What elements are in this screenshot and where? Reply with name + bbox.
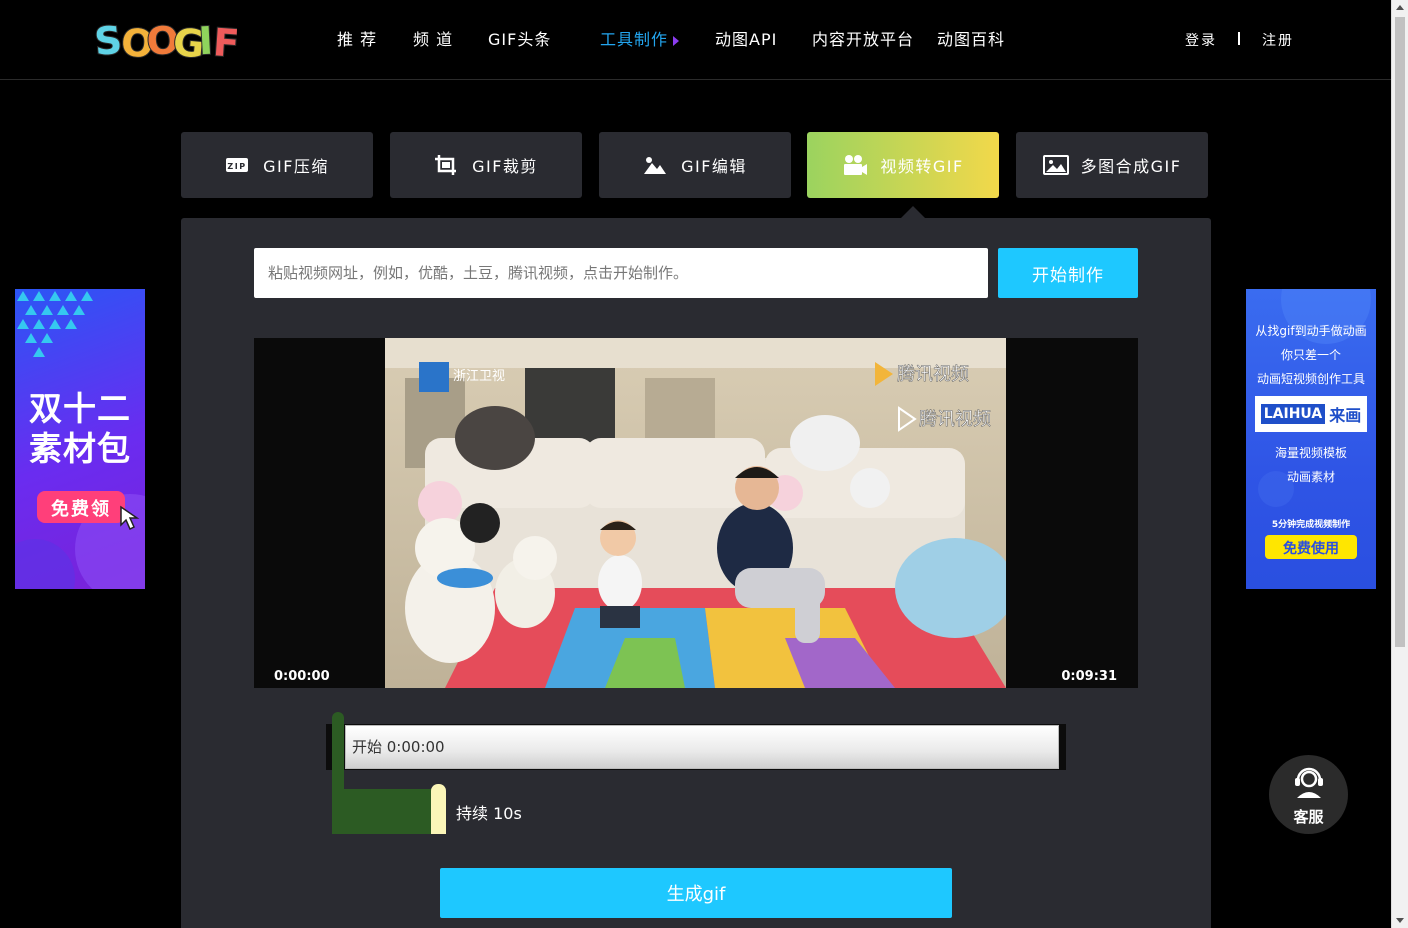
scrollbar[interactable] bbox=[1391, 0, 1408, 928]
ad-right-feature2: 动画素材 bbox=[1286, 470, 1335, 484]
ad-right-line1: 从找gif到动手做动画 bbox=[1255, 324, 1367, 338]
nav-recommend[interactable]: 推 荐 bbox=[337, 29, 377, 51]
video-frame: 浙江卫视 腾讯视频 腾讯视频 bbox=[385, 338, 1006, 688]
image-edit-icon bbox=[643, 154, 667, 176]
ad-right-tagline: 5分钟完成视频制作 bbox=[1271, 520, 1351, 530]
register-link[interactable]: 注册 bbox=[1262, 30, 1294, 50]
tab-gif-edit[interactable]: GIF编辑 bbox=[599, 132, 791, 198]
ad-right-copy: 从找gif到动手做动画 你只差一个 动画短视频创作工具 bbox=[1246, 319, 1376, 391]
generate-gif-button[interactable]: 生成gif bbox=[440, 868, 952, 918]
logo-mark: S O O G I F bbox=[92, 17, 241, 68]
laihua-logo: LAIHUA 来画 bbox=[1255, 396, 1367, 432]
nav-tools-label: 工具制作 bbox=[600, 30, 669, 49]
ad-left-line2: 素材包 bbox=[29, 429, 131, 468]
nav-encyclopedia[interactable]: 动图百科 bbox=[937, 29, 1005, 51]
start-time-label: 开始 0:00:00 bbox=[352, 738, 445, 756]
nav-channel[interactable]: 频 道 bbox=[413, 29, 453, 51]
laihua-logo-en: LAIHUA bbox=[1260, 404, 1326, 424]
ad-right-line2: 你只差一个 bbox=[1280, 348, 1341, 362]
caret-right-icon bbox=[673, 35, 680, 46]
timeline-start-box[interactable] bbox=[345, 725, 1059, 769]
video-still: 浙江卫视 腾讯视频 腾讯视频 bbox=[385, 338, 1006, 688]
nav-open-platform[interactable]: 内容开放平台 bbox=[812, 29, 914, 51]
page: S O O G I F 推 荐 频 道 GIF头条 工具制作 动图API 内容开… bbox=[0, 0, 1408, 928]
cursor-icon bbox=[120, 505, 140, 531]
ad-right-line3: 动画短视频创作工具 bbox=[1256, 372, 1365, 386]
ad-left-title: 双十二 素材包 bbox=[15, 389, 145, 469]
start-making-button[interactable]: 开始制作 bbox=[998, 248, 1138, 298]
ad-left[interactable]: 双十二 素材包 免费领 bbox=[15, 289, 145, 589]
svg-text:I: I bbox=[198, 19, 213, 62]
duration-range[interactable] bbox=[332, 789, 432, 834]
svg-text:ZIP: ZIP bbox=[228, 162, 247, 171]
logo[interactable]: S O O G I F bbox=[92, 16, 241, 68]
ad-right-features: 海量视频模板 动画素材 bbox=[1246, 441, 1376, 489]
multi-image-icon bbox=[1042, 154, 1069, 176]
zip-icon: ZIP bbox=[225, 154, 249, 176]
scroll-thumb[interactable] bbox=[1395, 17, 1405, 647]
svg-text:F: F bbox=[212, 20, 237, 62]
video-start-time: 0:00:00 bbox=[274, 669, 330, 684]
laihua-logo-cn: 来画 bbox=[1329, 406, 1362, 425]
video-player[interactable]: 浙江卫视 腾讯视频 腾讯视频 0:00:00 0:09:31 bbox=[254, 338, 1138, 688]
scroll-down-icon[interactable] bbox=[1396, 918, 1404, 923]
start-handle[interactable] bbox=[332, 712, 344, 834]
ad-right-cta: 免费使用 bbox=[1283, 541, 1339, 557]
customer-service-label: 客服 bbox=[1293, 808, 1324, 826]
video-camera-icon bbox=[842, 154, 868, 176]
tab-label: GIF压缩 bbox=[263, 157, 329, 176]
svg-text:S: S bbox=[95, 18, 123, 62]
nav-tools[interactable]: 工具制作 bbox=[600, 29, 680, 51]
duration-label: 持续 10s bbox=[456, 804, 522, 823]
tab-multi-image-gif[interactable]: 多图合成GIF bbox=[1016, 132, 1208, 198]
header: S O O G I F 推 荐 频 道 GIF头条 工具制作 动图API 内容开… bbox=[0, 0, 1391, 80]
headset-icon bbox=[1295, 767, 1323, 798]
tab-gif-compress[interactable]: ZIP GIF压缩 bbox=[181, 132, 373, 198]
login-link[interactable]: 登录 bbox=[1185, 30, 1217, 50]
ad-left-line1: 双十二 bbox=[29, 389, 131, 428]
customer-service-button[interactable]: 客服 bbox=[1269, 755, 1348, 834]
ad-left-cta: 免费领 bbox=[51, 499, 111, 520]
auth-divider bbox=[1238, 32, 1240, 45]
active-tab-pointer bbox=[901, 206, 925, 218]
channel-watermark: 浙江卫视 bbox=[453, 369, 505, 384]
video-url-input[interactable] bbox=[254, 248, 988, 298]
scroll-up-icon[interactable] bbox=[1396, 5, 1404, 10]
ad-right[interactable]: 从找gif到动手做动画 你只差一个 动画短视频创作工具 LAIHUA 来画 海量… bbox=[1246, 289, 1376, 589]
tab-label: GIF编辑 bbox=[681, 157, 747, 176]
ad-right-feature1: 海量视频模板 bbox=[1274, 446, 1347, 460]
crop-icon bbox=[434, 154, 458, 176]
tencent-watermark-2: 腾讯视频 bbox=[919, 409, 991, 430]
video-end-time: 0:09:31 bbox=[1061, 669, 1117, 684]
nav-gif-headlines[interactable]: GIF头条 bbox=[488, 29, 551, 51]
tab-label: 多图合成GIF bbox=[1080, 157, 1182, 176]
tab-video-to-gif[interactable]: 视频转GIF bbox=[807, 132, 999, 198]
tab-label: GIF裁剪 bbox=[472, 157, 538, 176]
nav-api[interactable]: 动图API bbox=[715, 29, 777, 51]
duration-handle[interactable] bbox=[431, 784, 446, 834]
tab-gif-crop[interactable]: GIF裁剪 bbox=[390, 132, 582, 198]
tencent-watermark-1: 腾讯视频 bbox=[897, 364, 969, 385]
tab-label: 视频转GIF bbox=[880, 157, 964, 176]
